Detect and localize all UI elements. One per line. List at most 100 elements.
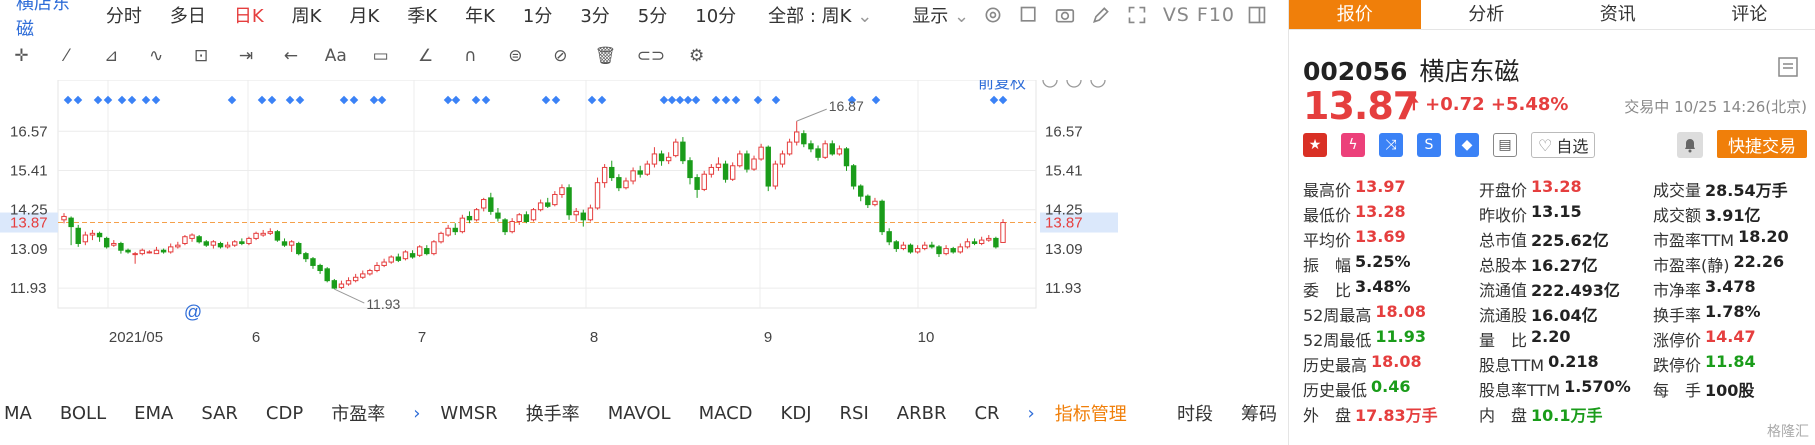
period-tab[interactable]: 年K (465, 2, 495, 28)
quick-trade-button[interactable]: 快捷交易 (1717, 130, 1807, 158)
indicator-item[interactable]: MA (4, 403, 32, 424)
x-tick-label: 8 (590, 329, 598, 346)
candle-body (751, 158, 757, 170)
adjust-dropdown[interactable]: 前复权 (978, 80, 1026, 92)
chart-extra-tab[interactable]: 筹码 (1241, 400, 1277, 426)
candle-body (793, 131, 800, 143)
note-icon[interactable]: ▤ (1493, 133, 1517, 157)
candle-body (986, 237, 992, 241)
stat-label: 换手率 (1653, 305, 1702, 325)
stat-cell: 委 比 3.48% (1303, 277, 1479, 301)
indicator-item[interactable]: MACD (699, 403, 753, 424)
display-dropdown[interactable]: 显示 ⌄ (912, 2, 969, 28)
bell-icon[interactable] (1677, 132, 1703, 158)
indicator-item[interactable]: CR (974, 403, 999, 424)
x-tick-label: 7 (418, 329, 426, 346)
indicator-item[interactable]: CDP (266, 403, 303, 424)
menu-icon[interactable] (1777, 56, 1799, 78)
indicator-item[interactable]: KDJ (781, 403, 812, 424)
candlestick-chart[interactable]: 16.57 16.5715.41 15.4114.25 14.2513.87 13.87… (0, 80, 1283, 396)
measure-icon[interactable]: ⊡ (188, 43, 215, 69)
range-select[interactable]: 全部 : 周K ⌄ (768, 2, 872, 28)
indicator-manage-button[interactable]: 指标管理 (1055, 400, 1127, 426)
zoom-out-icon[interactable] (1066, 80, 1082, 88)
china-flag-icon[interactable]: ★ (1303, 133, 1327, 157)
range-icon[interactable]: ⇥ (233, 43, 260, 69)
period-tab[interactable]: 日K (234, 2, 264, 28)
trash-icon[interactable]: 🗑 (592, 43, 619, 69)
settings-icon[interactable] (983, 3, 1003, 27)
hide-icon[interactable]: ⊘ (547, 43, 574, 69)
stock-name-link[interactable]: 横店东磁 (16, 0, 76, 41)
reset-icon[interactable] (1042, 80, 1058, 88)
candle-body (772, 163, 779, 187)
eye-icon[interactable]: ⊜ (502, 43, 529, 69)
period-tab[interactable]: 周K (292, 2, 322, 28)
period-tab[interactable]: 季K (407, 2, 437, 28)
period-tab[interactable]: 分时 (106, 2, 142, 28)
stat-cell: 涨停价 14.47 (1653, 327, 1813, 351)
candle-body (132, 253, 138, 256)
candle-body (722, 163, 729, 180)
period-tab[interactable]: 月K (349, 2, 379, 28)
zoom-in-icon[interactable] (1090, 80, 1106, 88)
camera-icon[interactable] (1055, 3, 1075, 27)
shuffle-icon[interactable]: ⤨ (1379, 133, 1403, 157)
indicator-item[interactable]: ARBR (897, 403, 947, 424)
candle-body (943, 248, 949, 255)
fullscreen-icon[interactable] (1127, 3, 1147, 27)
comment-icon[interactable]: ▭ (367, 43, 394, 69)
sidebar-toggle-icon[interactable] (1247, 3, 1267, 27)
candle-body (786, 141, 793, 155)
tag-icon[interactable]: ◆ (1455, 133, 1479, 157)
stat-label: 涨停价 (1653, 330, 1702, 350)
indicator-item[interactable]: EMA (134, 403, 173, 424)
line-icon[interactable]: ⁄ (53, 43, 80, 69)
period-tab[interactable]: 5分 (638, 2, 667, 28)
crosshair-icon[interactable]: ✛ (8, 43, 35, 69)
candle-body (203, 241, 209, 246)
candle-body (82, 234, 89, 243)
indicator-item[interactable]: WMSR (440, 403, 497, 424)
indicator-item[interactable]: 市盈率 (331, 400, 385, 426)
candle-body (402, 251, 409, 260)
period-tab[interactable]: 3分 (580, 2, 609, 28)
indicator-item[interactable]: BOLL (60, 403, 106, 424)
vs-f10-button[interactable]: VS F10 (1163, 4, 1235, 26)
indicator-item[interactable]: 换手率 (526, 400, 580, 426)
text-icon[interactable]: Aa (322, 43, 349, 69)
candle-body (900, 244, 907, 250)
polyline-icon[interactable]: ⊿ (98, 43, 125, 69)
wave-icon[interactable]: ∿ (143, 43, 170, 69)
chart-extra-tab[interactable]: 时段 (1177, 400, 1213, 426)
pencil-icon[interactable] (1091, 3, 1111, 27)
indicator-item[interactable]: MAVOL (608, 403, 671, 424)
link-icon[interactable]: ⊂⊃ (637, 43, 666, 69)
period-tab[interactable]: 多日 (170, 2, 206, 28)
candle-body (665, 156, 672, 162)
chevron-right-icon[interactable]: › (413, 403, 420, 424)
tab-0[interactable]: 报价 (1289, 0, 1421, 29)
candle-body (296, 242, 302, 255)
tab-2[interactable]: 资讯 (1552, 0, 1684, 29)
indicator-item[interactable]: RSI (840, 403, 869, 424)
angle-icon[interactable]: ∠ (412, 43, 439, 69)
candle-body (232, 241, 238, 246)
period-tabs: 分时 多日 日K 周K 月K 季K 年K 1分 3分 5分 10分 (106, 2, 764, 28)
period-tab[interactable]: 1分 (523, 2, 552, 28)
stat-value: 13.69 (1355, 226, 1406, 246)
settings-icon[interactable]: ⚙ (683, 43, 710, 69)
add-watchlist-button[interactable]: ♡ 自选 (1531, 132, 1596, 158)
tab-3[interactable]: 评论 (1684, 0, 1815, 29)
stat-label: 最高价 (1303, 180, 1352, 200)
period-tab[interactable]: 10分 (695, 2, 736, 28)
checkbox-icon[interactable] (1019, 3, 1039, 27)
chevron-right-icon[interactable]: › (1028, 403, 1035, 424)
magnet-icon[interactable]: ∩ (457, 43, 484, 69)
back-icon[interactable]: ← (277, 43, 304, 69)
candle-body (360, 273, 366, 278)
flash-icon[interactable]: ϟ (1341, 133, 1365, 157)
dollar-icon[interactable]: S (1417, 133, 1441, 157)
indicator-item[interactable]: SAR (201, 403, 238, 424)
tab-1[interactable]: 分析 (1421, 0, 1553, 29)
